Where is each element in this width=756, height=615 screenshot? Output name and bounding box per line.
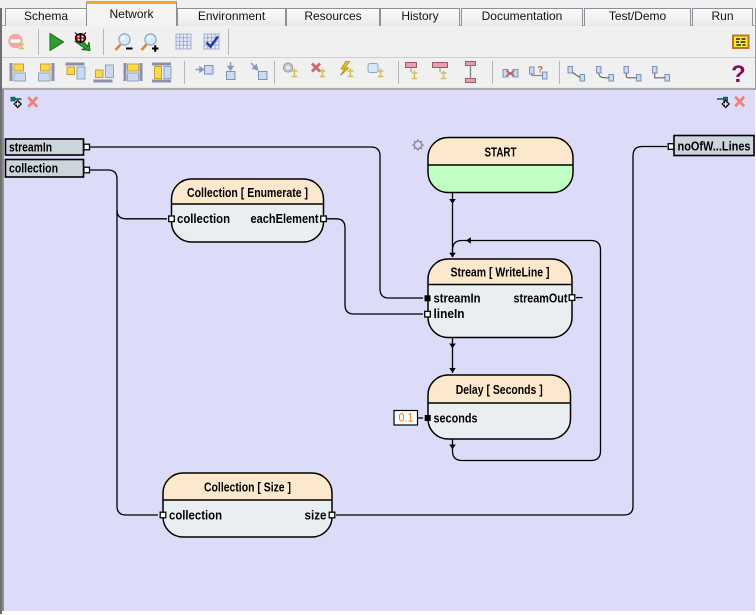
svg-text:streamIn: streamIn — [434, 291, 481, 305]
svg-text:lineIn: lineIn — [434, 307, 465, 321]
svg-text:Stream [ WriteLine ]: Stream [ WriteLine ] — [451, 266, 550, 280]
svg-text:size: size — [305, 509, 327, 523]
svg-text:eachElement: eachElement — [251, 212, 320, 226]
svg-text:noOfW...Lines: noOfW...Lines — [678, 139, 751, 154]
svg-text:Collection [ Enumerate ]: Collection [ Enumerate ] — [187, 186, 308, 200]
svg-text:collection: collection — [169, 509, 222, 523]
svg-text:streamIn: streamIn — [9, 140, 52, 155]
svg-text:START: START — [485, 146, 517, 160]
svg-text:Collection [ Size ]: Collection [ Size ] — [204, 481, 291, 495]
svg-text:?: ? — [731, 61, 746, 87]
svg-text:streamOut: streamOut — [514, 291, 569, 305]
svg-text:?: ? — [538, 65, 544, 75]
svg-text:collection: collection — [177, 212, 230, 226]
svg-text:collection: collection — [9, 161, 58, 176]
svg-text:Delay [ Seconds ]: Delay [ Seconds ] — [456, 383, 543, 397]
svg-text:seconds: seconds — [434, 411, 478, 425]
svg-text:0.1: 0.1 — [399, 411, 414, 425]
